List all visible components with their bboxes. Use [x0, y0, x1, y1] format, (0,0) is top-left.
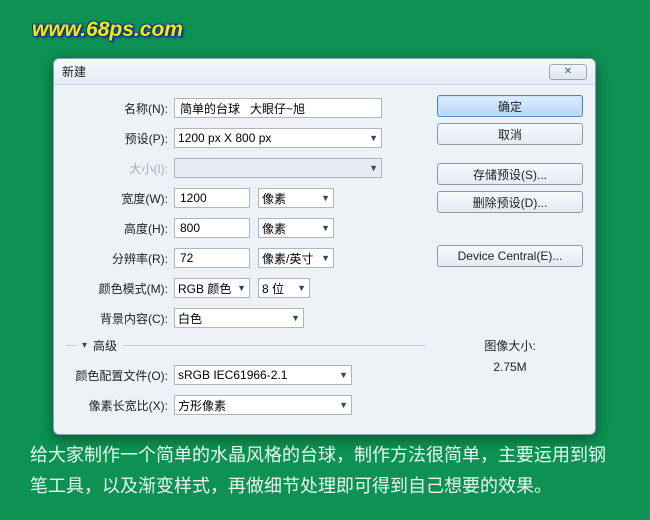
- chevron-down-icon: ▼: [297, 283, 306, 293]
- chevron-down-icon: ▼: [321, 193, 330, 203]
- aspect-select[interactable]: 方形像素 ▼: [174, 395, 352, 415]
- chevron-down-icon: ▼: [291, 313, 300, 323]
- button-column: 确定 取消 存储预设(S)... 删除预设(D)... Device Centr…: [437, 95, 583, 422]
- aspect-label: 像素长宽比(X):: [66, 397, 174, 414]
- watermark: www.68ps.com: [32, 18, 183, 42]
- close-icon: ✕: [564, 66, 572, 77]
- chevron-down-icon: ▼: [321, 223, 330, 233]
- resolution-input[interactable]: [174, 248, 250, 268]
- chevron-down-icon: ▼: [237, 283, 246, 293]
- cancel-button[interactable]: 取消: [437, 123, 583, 145]
- chevron-down-icon: ▼: [369, 163, 378, 173]
- height-unit-value: 像素: [262, 220, 286, 237]
- dialog-title: 新建: [62, 63, 86, 80]
- size-select: ▼: [174, 158, 382, 178]
- height-unit-select[interactable]: 像素 ▼: [258, 218, 334, 238]
- bg-label: 背景内容(C):: [66, 310, 174, 327]
- bit-depth-select[interactable]: 8 位 ▼: [258, 278, 310, 298]
- bit-value: 8 位: [262, 280, 284, 297]
- height-input[interactable]: [174, 218, 250, 238]
- save-preset-button[interactable]: 存储预设(S)...: [437, 163, 583, 185]
- width-label: 宽度(W):: [66, 190, 174, 207]
- advanced-toggle-row[interactable]: ▾ 高级: [66, 337, 425, 354]
- width-unit-value: 像素: [262, 190, 286, 207]
- preset-select[interactable]: 1200 px X 800 px ▼: [174, 128, 382, 148]
- form-column: 名称(N): 预设(P): 1200 px X 800 px ▼ 大小(I): …: [66, 95, 425, 422]
- resolution-unit-value: 像素/英寸: [262, 250, 313, 267]
- delete-preset-button[interactable]: 删除预设(D)...: [437, 191, 583, 213]
- chevron-down-icon: ▾: [82, 340, 87, 351]
- mode-select[interactable]: RGB 颜色 ▼: [174, 278, 250, 298]
- titlebar: 新建 ✕: [54, 59, 595, 85]
- advanced-label: 高级: [93, 337, 117, 354]
- mode-label: 颜色模式(M):: [66, 280, 174, 297]
- resolution-unit-select[interactable]: 像素/英寸 ▼: [258, 248, 334, 268]
- tutorial-caption: 给大家制作一个简单的水晶风格的台球，制作方法很简单，主要运用到钢笔工具，以及渐变…: [30, 440, 620, 501]
- aspect-value: 方形像素: [178, 397, 226, 414]
- bg-select[interactable]: 白色 ▼: [174, 308, 304, 328]
- bg-value: 白色: [178, 310, 202, 327]
- chevron-down-icon: ▼: [339, 370, 348, 380]
- profile-select[interactable]: sRGB IEC61966-2.1 ▼: [174, 365, 352, 385]
- new-document-dialog: 新建 ✕ 名称(N): 预设(P): 1200 px X 800 px ▼ 大小…: [53, 58, 596, 435]
- profile-label: 颜色配置文件(O):: [66, 367, 174, 384]
- image-size-block: 图像大小: 2.75M: [437, 337, 583, 374]
- chevron-down-icon: ▼: [321, 253, 330, 263]
- mode-value: RGB 颜色: [178, 280, 231, 297]
- profile-value: sRGB IEC61966-2.1: [178, 368, 287, 382]
- resolution-label: 分辨率(R):: [66, 250, 174, 267]
- chevron-down-icon: ▼: [369, 133, 378, 143]
- preset-label: 预设(P):: [66, 130, 174, 147]
- ok-button[interactable]: 确定: [437, 95, 583, 117]
- image-size-value: 2.75M: [437, 360, 583, 374]
- preset-value: 1200 px X 800 px: [178, 131, 271, 145]
- device-central-button[interactable]: Device Central(E)...: [437, 245, 583, 267]
- close-button[interactable]: ✕: [549, 64, 587, 80]
- size-label: 大小(I):: [66, 160, 174, 177]
- chevron-down-icon: ▼: [339, 400, 348, 410]
- width-unit-select[interactable]: 像素 ▼: [258, 188, 334, 208]
- width-input[interactable]: [174, 188, 250, 208]
- image-size-label: 图像大小:: [437, 337, 583, 354]
- height-label: 高度(H):: [66, 220, 174, 237]
- name-label: 名称(N):: [66, 100, 174, 117]
- name-input[interactable]: [174, 98, 382, 118]
